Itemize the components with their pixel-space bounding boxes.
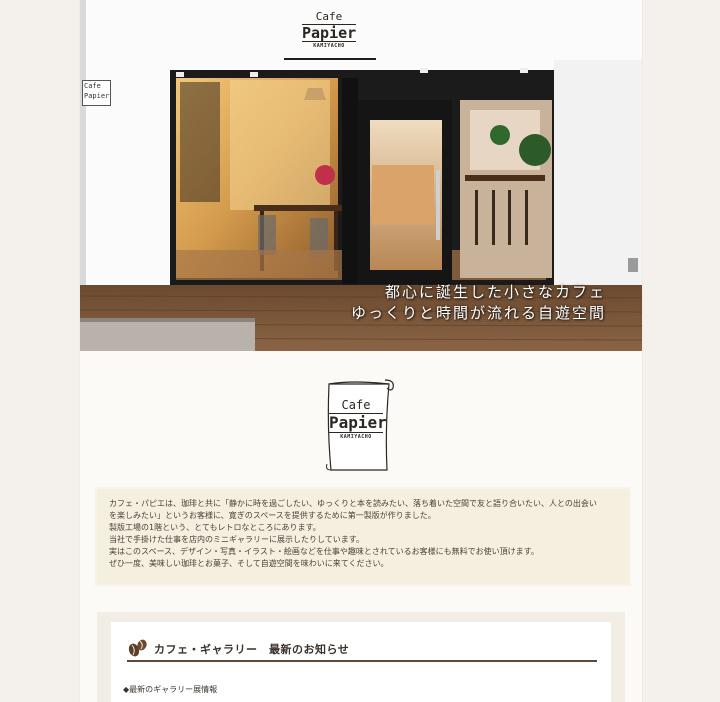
sign-line2: Papier bbox=[302, 24, 357, 42]
logo-line3: KAMIYACHO bbox=[340, 434, 372, 440]
news-panel: カフェ・ギャラリー 最新のお知らせ ◆最新のギャラリー展情報 bbox=[111, 622, 611, 702]
intro-paragraph: を楽しみたい」というお客様に、寛ぎのスペースを提供するために第一製版が作りました… bbox=[109, 511, 436, 520]
cafe-logo: Cafe Papier KAMIYACHO bbox=[323, 378, 397, 474]
storefront-sign: Cafe Papier KAMIYACHO bbox=[302, 11, 356, 49]
news-title: カフェ・ギャラリー 最新のお知らせ bbox=[154, 643, 350, 656]
logo-text: Cafe Papier KAMIYACHO bbox=[327, 398, 387, 440]
intro-paragraph: ぜひ一度、美味しい珈琲とお菓子、そして自遊空間を味わいに来てください。 bbox=[109, 559, 389, 568]
logo-line1: Cafe bbox=[341, 398, 371, 412]
hero-catchphrase-1: 都心に誕生した小さなカフェ bbox=[384, 283, 606, 301]
logo-line2: Papier bbox=[329, 413, 387, 433]
intro-paragraph: 製版工場の1階という、とてもレトロなところにあります。 bbox=[109, 523, 321, 532]
intro-text-box: カフェ・パピエは、珈琲と共に「静かに時を過ごしたい、ゆっくりと本を読みたい、落ち… bbox=[97, 489, 629, 584]
hanging-sign: Cafe Papier bbox=[82, 80, 111, 106]
news-section: カフェ・ギャラリー 最新のお知らせ ◆最新のギャラリー展情報 bbox=[97, 612, 625, 702]
news-item-link[interactable]: ◆最新のギャラリー展情報 bbox=[123, 684, 217, 695]
hero-photo: Cafe Papier KAMIYACHO Cafe Papier 都心に誕生し… bbox=[80, 0, 642, 351]
intro-paragraph: 実はこのスペース、デザイン・写真・イラスト・絵画などを仕事や趣味とされているお客… bbox=[109, 547, 539, 556]
intro-paragraph: 当社で手掛けた仕事を店内のミニギャラリーに展示したりしています。 bbox=[109, 535, 364, 544]
news-heading: カフェ・ギャラリー 最新のお知らせ bbox=[127, 638, 597, 662]
sign-line3: KAMIYACHO bbox=[313, 43, 345, 49]
intro-paragraph: カフェ・パピエは、珈琲と共に「静かに時を過ごしたい、ゆっくりと本を読みたい、落ち… bbox=[109, 499, 597, 508]
hero-catchphrase-2: ゆっくりと時間が流れる自遊空間 bbox=[350, 304, 606, 322]
page-container: Cafe Papier KAMIYACHO Cafe Papier 都心に誕生し… bbox=[80, 0, 642, 702]
sign-line1: Cafe bbox=[315, 10, 343, 23]
coffee-bean-icon bbox=[128, 639, 147, 657]
